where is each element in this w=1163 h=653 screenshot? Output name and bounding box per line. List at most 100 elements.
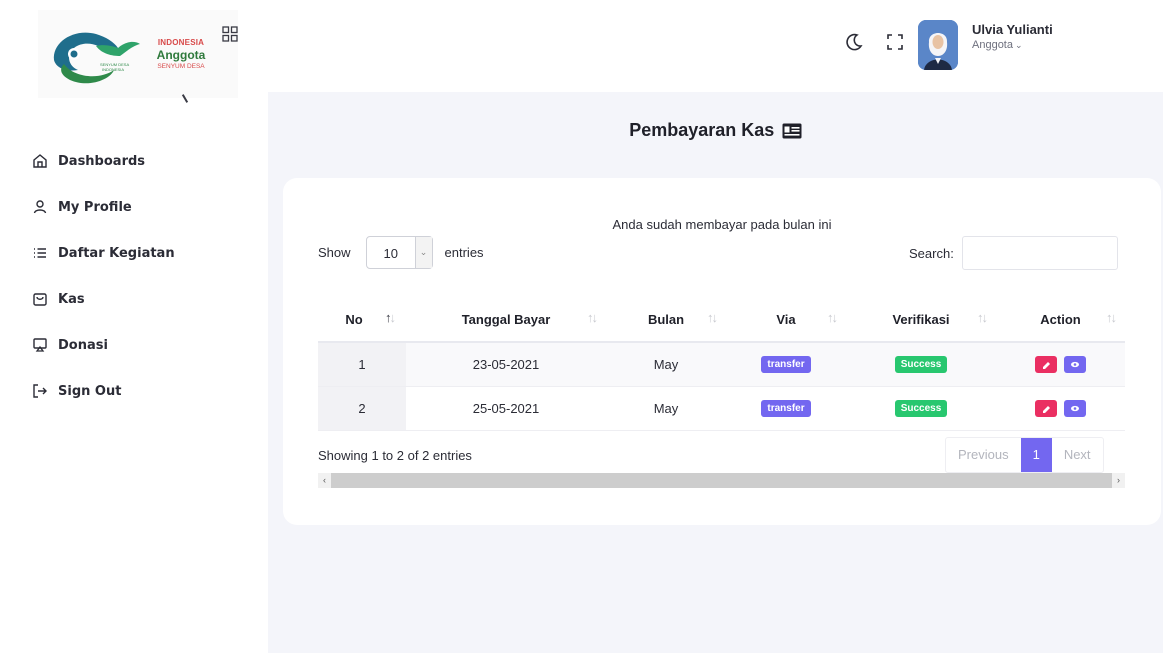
sidebar-item-daftar-kegiatan[interactable]: Daftar Kegiatan <box>0 230 268 276</box>
scroll-right-icon[interactable]: › <box>1112 473 1125 488</box>
donate-icon <box>33 338 47 352</box>
sidebar-item-dashboards[interactable]: Dashboards <box>0 138 268 184</box>
avatar[interactable] <box>918 20 958 70</box>
user-icon <box>33 200 47 214</box>
search-control: Search: <box>909 236 1118 270</box>
payment-notice-text: Anda sudah membayar pada bulan ini <box>612 217 832 232</box>
grid-menu-icon[interactable] <box>222 26 238 42</box>
sidebar-item-my-profile[interactable]: My Profile <box>0 184 268 230</box>
page-title: Pembayaran Kas <box>629 120 775 140</box>
column-label: No <box>345 312 363 327</box>
page-length-control: Show 10 ⌄ entries <box>318 236 484 269</box>
page-1-button[interactable]: 1 <box>1020 438 1052 472</box>
wallet-icon <box>33 293 47 306</box>
user-photo <box>918 20 958 70</box>
view-button[interactable] <box>1064 355 1087 373</box>
sort-icon: ↑↓ <box>587 310 598 325</box>
cell-action <box>996 342 1125 387</box>
sort-icon: ↑↓ <box>977 310 988 325</box>
cell-verifikasi: Success <box>846 386 996 431</box>
cell-action <box>996 386 1125 431</box>
table-row: 2 25-05-2021 May transfer Success <box>318 386 1125 431</box>
cell-bulan: May <box>606 342 726 387</box>
status-badge: Success <box>894 356 948 374</box>
cell-via: transfer <box>726 342 846 387</box>
search-label: Search: <box>909 245 954 261</box>
home-icon <box>33 154 47 168</box>
horizontal-scrollbar[interactable]: ‹ › <box>318 473 1125 488</box>
show-label: Show <box>318 245 351 260</box>
cell-via: transfer <box>726 386 846 431</box>
scroll-left-icon[interactable]: ‹ <box>318 473 331 488</box>
kas-card: Anda sudah membayar pada bulan ini Show … <box>283 178 1161 525</box>
list-icon <box>34 248 46 258</box>
sidebar-item-label: Kas <box>58 291 85 307</box>
id-card-icon <box>782 123 802 139</box>
sidebar-item-donasi[interactable]: Donasi <box>0 322 268 368</box>
table-row: 1 23-05-2021 May transfer Success <box>318 342 1125 387</box>
header: Ulvia Yulianti Anggota ⌄ <box>268 0 1163 92</box>
logo-icon: SENYUM DESA INDONESIA <box>53 32 140 84</box>
scroll-thumb[interactable] <box>331 473 1112 488</box>
user-name: Ulvia Yulianti <box>972 22 1053 37</box>
column-header-no[interactable]: No ↑↓ <box>318 298 406 343</box>
sidebar-item-label: Donasi <box>58 337 108 353</box>
view-button[interactable] <box>1064 399 1087 417</box>
brand-text: INDONESIA Anggota SENYUM DESA <box>146 38 216 70</box>
page-title-wrap: Pembayaran Kas <box>268 120 1163 141</box>
brand-mark <box>181 94 189 103</box>
status-badge: Success <box>894 400 948 417</box>
brand-line-2: Anggota <box>156 48 206 62</box>
column-label: Bulan <box>647 312 685 327</box>
sidebar-item-label: Sign Out <box>58 383 122 399</box>
cell-tanggal: 25-05-2021 <box>406 386 606 431</box>
sign-out-icon <box>33 384 47 398</box>
user-role-dropdown[interactable]: Anggota ⌄ <box>972 39 1023 51</box>
sort-icon: ↑↓ <box>827 310 838 325</box>
via-badge: transfer <box>761 400 811 417</box>
brand-line-1: INDONESIA <box>157 38 205 47</box>
column-header-via[interactable]: Via ↑↓ <box>726 298 846 343</box>
page-length-value: 10 <box>383 246 398 261</box>
sidebar-item-label: My Profile <box>58 199 132 215</box>
cell-tanggal: 23-05-2021 <box>406 342 606 387</box>
kas-table: No ↑↓ Tanggal Bayar ↑↓ Bulan ↑↓ Via ↑↓ Verif… <box>318 298 1125 431</box>
entries-label: entries <box>444 245 484 260</box>
column-header-action[interactable]: Action ↑↓ <box>996 298 1125 343</box>
sidebar: SENYUM DESA INDONESIA INDONESIA Anggota … <box>0 0 268 653</box>
sort-icon: ↑↓ <box>1106 310 1117 325</box>
user-role: Anggota <box>972 39 1013 51</box>
column-header-bulan[interactable]: Bulan ↑↓ <box>606 298 726 343</box>
payment-notice: Anda sudah membayar pada bulan ini <box>283 217 1161 232</box>
edit-button[interactable] <box>1034 355 1057 373</box>
table-info: Showing 1 to 2 of 2 entries <box>318 448 472 463</box>
eye-icon <box>1071 361 1080 367</box>
cell-no: 1 <box>318 342 406 387</box>
eye-icon <box>1071 405 1080 411</box>
next-button[interactable]: Next <box>1052 438 1103 472</box>
moon-icon[interactable] <box>844 32 864 52</box>
sidebar-item-label: Daftar Kegiatan <box>58 245 175 261</box>
fullscreen-icon[interactable] <box>885 32 905 52</box>
cell-no: 2 <box>318 386 406 431</box>
via-badge: transfer <box>761 356 811 374</box>
brand-logo[interactable]: SENYUM DESA INDONESIA INDONESIA Anggota … <box>38 10 238 103</box>
pencil-icon <box>1042 361 1050 369</box>
previous-button[interactable]: Previous <box>946 438 1021 472</box>
sidebar-item-kas[interactable]: Kas <box>0 276 268 322</box>
page-length-select[interactable]: 10 ⌄ <box>365 236 433 269</box>
pagination: Previous 1 Next <box>945 437 1104 473</box>
column-label: Verifikasi <box>892 312 950 327</box>
column-label: Via <box>776 312 796 327</box>
search-input[interactable] <box>961 236 1118 270</box>
sidebar-item-sign-out[interactable]: Sign Out <box>0 368 268 414</box>
sort-icon: ↑↓ <box>707 310 718 325</box>
svg-text:INDONESIA: INDONESIA <box>102 67 124 72</box>
column-header-tanggal-bayar[interactable]: Tanggal Bayar ↑↓ <box>406 298 606 343</box>
column-label: Action <box>1040 312 1081 327</box>
cell-verifikasi: Success <box>846 342 996 387</box>
cell-bulan: May <box>606 386 726 431</box>
edit-button[interactable] <box>1034 399 1057 417</box>
column-header-verifikasi[interactable]: Verifikasi ↑↓ <box>846 298 996 343</box>
pencil-icon <box>1042 405 1050 413</box>
